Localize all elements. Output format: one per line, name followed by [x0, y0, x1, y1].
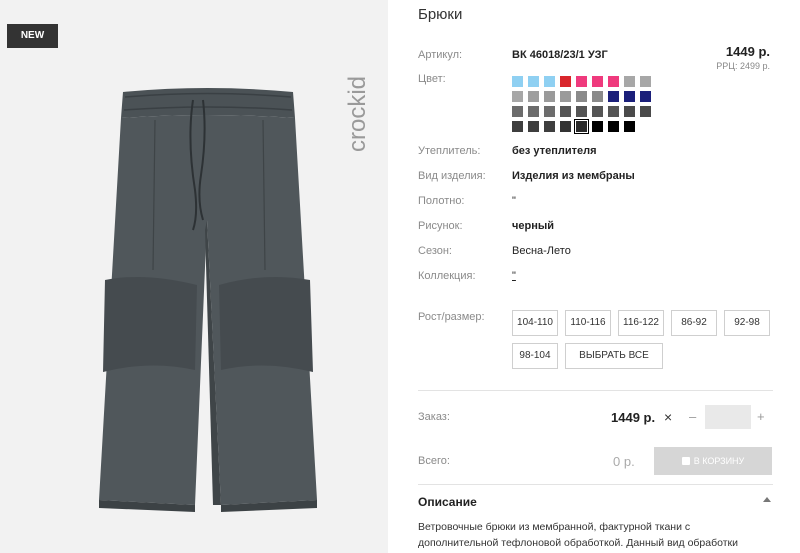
chevron-up-icon[interactable]: [763, 497, 771, 502]
size-option[interactable]: 86-92: [671, 310, 717, 336]
article-label: Артикул:: [418, 49, 463, 61]
size-option[interactable]: 98-104: [512, 343, 558, 369]
color-swatch[interactable]: [544, 91, 555, 102]
rrc-price: РРЦ: 2499 р.: [716, 61, 770, 71]
attr-label: Сезон:: [418, 245, 452, 257]
color-swatch[interactable]: [640, 76, 651, 87]
attr-label: Полотно:: [418, 195, 465, 207]
new-badge: NEW: [7, 24, 58, 48]
color-swatch[interactable]: [544, 76, 555, 87]
attr-label: Рисунок:: [418, 220, 463, 232]
add-to-cart-label: В КОРЗИНУ: [693, 456, 745, 466]
description-text: Ветровочные брюки из мембранной, фактурн…: [418, 521, 738, 549]
color-swatch[interactable]: [528, 121, 539, 132]
color-swatch[interactable]: [576, 76, 587, 87]
attr-value: без утеплителя: [512, 145, 597, 157]
color-swatch[interactable]: [574, 119, 589, 134]
remove-icon[interactable]: ×: [664, 409, 672, 425]
color-swatch[interactable]: [608, 91, 619, 102]
divider: [418, 390, 773, 391]
total-value: 0 р.: [613, 454, 635, 469]
size-option[interactable]: 92-98: [724, 310, 770, 336]
attr-label: Вид изделия:: [418, 170, 486, 182]
color-swatch[interactable]: [512, 91, 523, 102]
attr-value[interactable]: ": [512, 270, 516, 282]
order-label: Заказ:: [418, 411, 450, 423]
color-swatch[interactable]: [576, 91, 587, 102]
color-swatch[interactable]: [624, 91, 635, 102]
attr-value: ": [512, 195, 516, 207]
product-info: Брюки Артикул: ВК 46018/23/1 УЗГ 1449 р.…: [418, 0, 778, 553]
size-option[interactable]: 104-110: [512, 310, 558, 336]
color-swatch[interactable]: [624, 121, 635, 132]
color-swatch[interactable]: [512, 76, 523, 87]
color-swatch[interactable]: [560, 106, 571, 117]
attr-value: Весна-Лето: [512, 245, 571, 257]
quantity-input[interactable]: [705, 405, 751, 429]
color-swatch[interactable]: [560, 76, 571, 87]
color-swatch[interactable]: [592, 76, 603, 87]
order-price: 1449 р.: [611, 410, 656, 425]
select-all-button[interactable]: ВЫБРАТЬ ВСЕ: [565, 343, 663, 369]
color-swatch[interactable]: [544, 121, 555, 132]
description-title[interactable]: Описание: [418, 495, 477, 509]
color-swatch[interactable]: [560, 121, 571, 132]
increment-button[interactable]: +: [757, 409, 765, 424]
color-swatch[interactable]: [640, 106, 651, 117]
divider: [418, 484, 773, 485]
color-swatch[interactable]: [528, 91, 539, 102]
cart-icon: [681, 457, 690, 465]
attr-value: Изделия из мембраны: [512, 170, 635, 182]
color-swatch[interactable]: [624, 106, 635, 117]
product-photo[interactable]: NEW crockid: [0, 0, 388, 553]
pants-image: [99, 88, 317, 512]
color-swatch[interactable]: [560, 91, 571, 102]
add-to-cart-button[interactable]: В КОРЗИНУ: [654, 447, 772, 475]
attr-label: Утеплитель:: [418, 145, 481, 157]
color-swatch[interactable]: [592, 106, 603, 117]
attr-value: черный: [512, 220, 555, 232]
color-swatch[interactable]: [608, 106, 619, 117]
sizes-label: Рост/размер:: [418, 311, 485, 323]
color-swatch[interactable]: [528, 76, 539, 87]
attr-label: Коллекция:: [418, 270, 476, 282]
size-option[interactable]: 110-116: [565, 310, 611, 336]
color-swatch[interactable]: [512, 106, 523, 117]
total-label: Всего:: [418, 455, 450, 467]
color-swatch[interactable]: [624, 76, 635, 87]
product-price: 1449 р.: [725, 44, 770, 59]
color-swatch[interactable]: [640, 91, 651, 102]
color-swatch[interactable]: [576, 106, 587, 117]
color-swatch[interactable]: [512, 121, 523, 132]
article-value: ВК 46018/23/1 УЗГ: [512, 49, 608, 61]
color-label: Цвет:: [418, 73, 446, 85]
brand-logo: crockid: [344, 76, 371, 152]
size-option[interactable]: 116-122: [618, 310, 664, 336]
color-swatch[interactable]: [592, 121, 603, 132]
color-swatch[interactable]: [608, 76, 619, 87]
color-swatch[interactable]: [608, 121, 619, 132]
color-swatch[interactable]: [544, 106, 555, 117]
product-title: Брюки: [418, 6, 463, 23]
color-swatch[interactable]: [528, 106, 539, 117]
color-swatch[interactable]: [592, 91, 603, 102]
decrement-button[interactable]: –: [689, 409, 696, 424]
brand-name: crockid: [344, 76, 371, 152]
